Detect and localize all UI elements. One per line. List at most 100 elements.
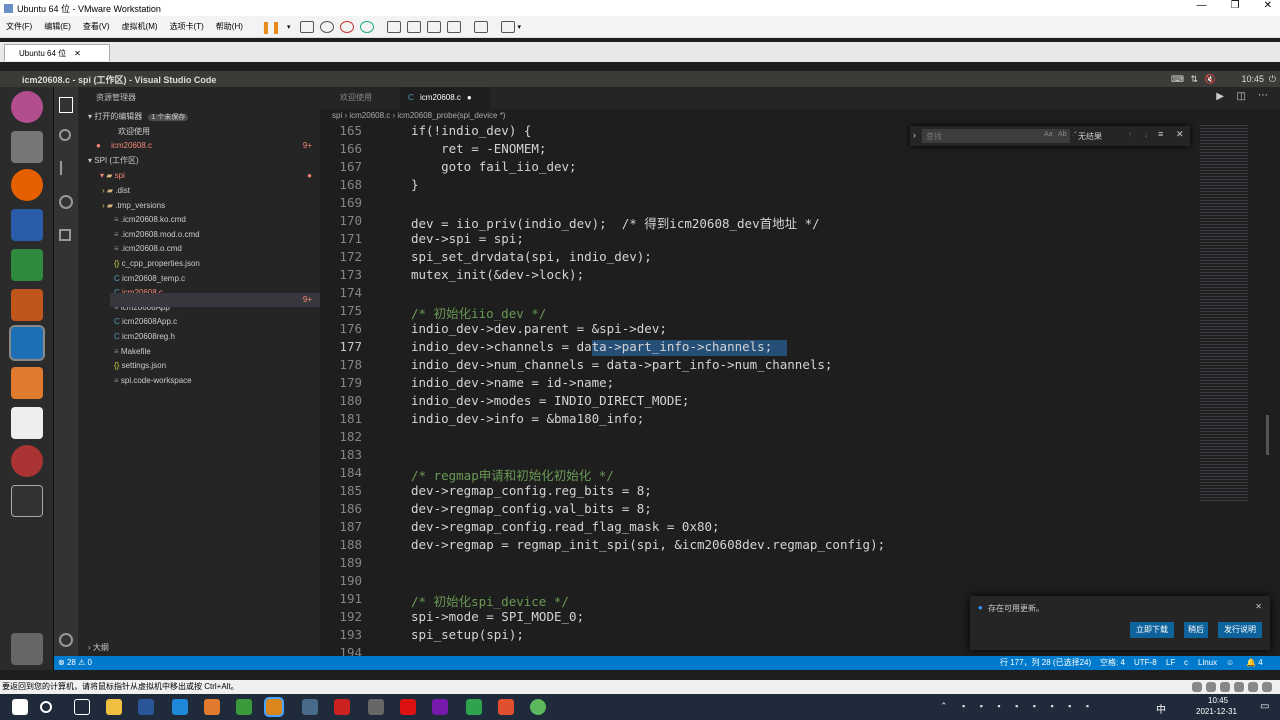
windows-start-icon[interactable] — [12, 699, 28, 715]
code-line[interactable]: /* 初始化spi_device */ — [411, 591, 569, 610]
close-button[interactable]: ✕ — [1264, 0, 1272, 11]
line-ending[interactable]: LF — [1166, 656, 1175, 670]
code-line[interactable]: indio_dev->channels = data->part_info->c… — [411, 339, 772, 354]
panel-clock[interactable]: 10:45 — [1241, 74, 1264, 84]
menu-edit[interactable]: 编辑(E) — [38, 21, 77, 32]
dash-icon[interactable] — [11, 91, 43, 123]
release-notes-button[interactable]: 发行说明 — [1218, 622, 1262, 638]
power-icon[interactable]: ⏻ — [1269, 74, 1276, 85]
find-in-selection-icon[interactable]: ≡ — [1158, 129, 1163, 139]
explorer-icon[interactable] — [59, 97, 73, 113]
code-line[interactable]: indio_dev->name = id->name; — [411, 375, 614, 390]
search-icon[interactable] — [40, 701, 52, 713]
file-icm20608-mod-o-cmd[interactable]: ≡ .icm20608.mod.o.cmd — [114, 228, 200, 242]
code-line[interactable]: dev->spi = spi; — [411, 231, 524, 246]
keyboard-icon[interactable]: ⌨ — [1171, 74, 1184, 85]
folder-tmp-versions[interactable]: › ▰ .tmp_versions — [102, 199, 165, 213]
send-keys-icon[interactable] — [299, 20, 314, 33]
pause-icon[interactable]: ❚❚ — [261, 20, 281, 34]
files-icon[interactable] — [11, 131, 43, 163]
workspace-header[interactable]: ▾ SPI (工作区) — [88, 154, 139, 168]
taskbar-time[interactable]: 10:45 — [1208, 696, 1228, 705]
tab-ubuntu[interactable]: Ubuntu 64 位 ✕ — [4, 44, 110, 61]
file-settings-json[interactable]: {} settings.json — [114, 359, 166, 373]
terminal-app-icon[interactable] — [334, 699, 350, 715]
library-icon[interactable] — [386, 20, 401, 33]
open-file-welcome[interactable]: 欢迎使用 — [118, 125, 150, 139]
dropdown-icon[interactable]: ▾ — [287, 23, 291, 31]
mute-icon[interactable]: 🔇 — [1205, 74, 1216, 85]
cursor-position[interactable]: 行 177，列 28 (已选择24) — [1000, 656, 1091, 670]
software-center-icon[interactable] — [11, 367, 43, 399]
close-icon[interactable]: ✕ — [1176, 129, 1184, 140]
next-match-icon[interactable]: ↓ — [1144, 130, 1148, 139]
cdrom-icon[interactable] — [1206, 682, 1216, 692]
app-orange-icon[interactable] — [498, 699, 514, 715]
file-icm20608-ko-cmd[interactable]: ≡ .icm20608.ko.cmd — [114, 213, 186, 227]
file-icm20608reg-h[interactable]: C icm20608reg.h — [114, 330, 175, 344]
os-indicator[interactable]: Linux — [1198, 656, 1217, 670]
run-icon[interactable]: ▶ — [1216, 91, 1224, 102]
match-word-icon[interactable]: Ab — [1058, 131, 1067, 138]
file-explorer-icon[interactable] — [106, 699, 122, 715]
terminal-icon[interactable] — [11, 485, 43, 517]
tab-icm20608[interactable]: Cicm20608.c ● — [400, 87, 490, 109]
dropdown-icon[interactable]: ▾ — [518, 23, 522, 31]
open-file-icm20608[interactable]: ● icm20608.c — [96, 139, 152, 153]
search-icon[interactable] — [59, 129, 71, 141]
fullscreen-icon[interactable] — [426, 20, 441, 33]
code-line[interactable]: indio_dev->info = &bma180_info; — [411, 411, 644, 426]
onenote-icon[interactable] — [432, 699, 448, 715]
tab-welcome[interactable]: 欢迎使用 — [320, 87, 400, 109]
menu-tabs[interactable]: 选项卡(T) — [164, 21, 210, 32]
indentation[interactable]: 空格: 4 — [1100, 656, 1125, 670]
scrollbar-thumb[interactable] — [1266, 415, 1269, 455]
screen-capture-icon[interactable] — [302, 699, 318, 715]
stretch-icon[interactable] — [500, 20, 515, 33]
calc-icon[interactable] — [11, 249, 43, 281]
file-spi-workspace[interactable]: ≡ spi.code-workspace — [114, 374, 192, 388]
chevron-right-icon[interactable]: › — [913, 130, 916, 140]
menu-vm[interactable]: 虚拟机(M) — [116, 21, 164, 32]
file-icm20608-temp-c[interactable]: C icm20608_temp.c — [114, 272, 185, 286]
code-line[interactable]: goto fail_iio_dev; — [411, 159, 576, 174]
sound-icon[interactable] — [1248, 682, 1258, 692]
match-case-icon[interactable]: Aa — [1044, 131, 1053, 138]
manage-gear-icon[interactable] — [59, 633, 73, 647]
tray-icons[interactable]: ⌃ ▪ ▪ ▪ ▪ ▪ ▪ ▪ ▪ — [940, 701, 1095, 712]
code-line[interactable]: } — [411, 177, 419, 192]
vscode-icon[interactable] — [9, 325, 45, 361]
code-line[interactable]: /* regmap申请和初始化初始化 */ — [411, 465, 614, 484]
code-line[interactable]: spi_set_drvdata(spi, indio_dev); — [411, 249, 652, 264]
firefox-icon[interactable] — [11, 169, 43, 201]
code-line[interactable]: mutex_init(&dev->lock); — [411, 267, 584, 282]
feedback-icon[interactable]: ☺ — [1226, 656, 1234, 670]
app-red-icon[interactable] — [400, 699, 416, 715]
language-mode[interactable]: c — [1184, 656, 1188, 670]
minimize-button[interactable]: — — [1197, 0, 1207, 11]
app-green-icon[interactable] — [466, 699, 482, 715]
snapshot-icon[interactable] — [319, 20, 334, 33]
code-line[interactable]: spi->mode = SPI_MODE_0; — [411, 609, 584, 624]
close-icon[interactable]: ✕ — [74, 49, 81, 58]
encoding[interactable]: UTF-8 — [1134, 656, 1157, 670]
code-line[interactable]: indio_dev->num_channels = data->part_inf… — [411, 357, 832, 372]
open-editors-header[interactable]: ▾ 打开的编辑器 1 个未保存 — [88, 110, 189, 124]
file-icm20608-o-cmd[interactable]: ≡ .icm20608.o.cmd — [114, 242, 182, 256]
display-icon[interactable] — [1262, 682, 1272, 692]
previous-match-icon[interactable]: ↑ — [1128, 130, 1132, 139]
source-control-icon[interactable] — [60, 161, 72, 175]
taskbar-date[interactable]: 2021-12-31 — [1196, 707, 1237, 716]
breadcrumb-symbol[interactable]: icm20608_probe(spi_device *) — [397, 111, 505, 120]
ime-indicator[interactable]: 中 — [1156, 701, 1166, 716]
file-c-cpp-properties[interactable]: {} c_cpp_properties.json — [114, 257, 200, 271]
code-line[interactable]: if(!indio_dev) { — [411, 123, 531, 138]
notifications-status[interactable]: 🔔 4 — [1246, 656, 1263, 670]
code-line[interactable]: dev->regmap_config.reg_bits = 8; — [411, 483, 652, 498]
code-line[interactable]: indio_dev->modes = INDIO_DIRECT_MODE; — [411, 393, 689, 408]
code-editor[interactable]: if(!indio_dev) { ret = -ENOMEM; goto fai… — [372, 123, 1198, 650]
code-line[interactable]: dev->regmap_config.read_flag_mask = 0x80… — [411, 519, 720, 534]
extensions-icon[interactable] — [59, 229, 71, 241]
close-icon[interactable]: ✕ — [1255, 602, 1262, 611]
word-icon[interactable] — [138, 699, 154, 715]
